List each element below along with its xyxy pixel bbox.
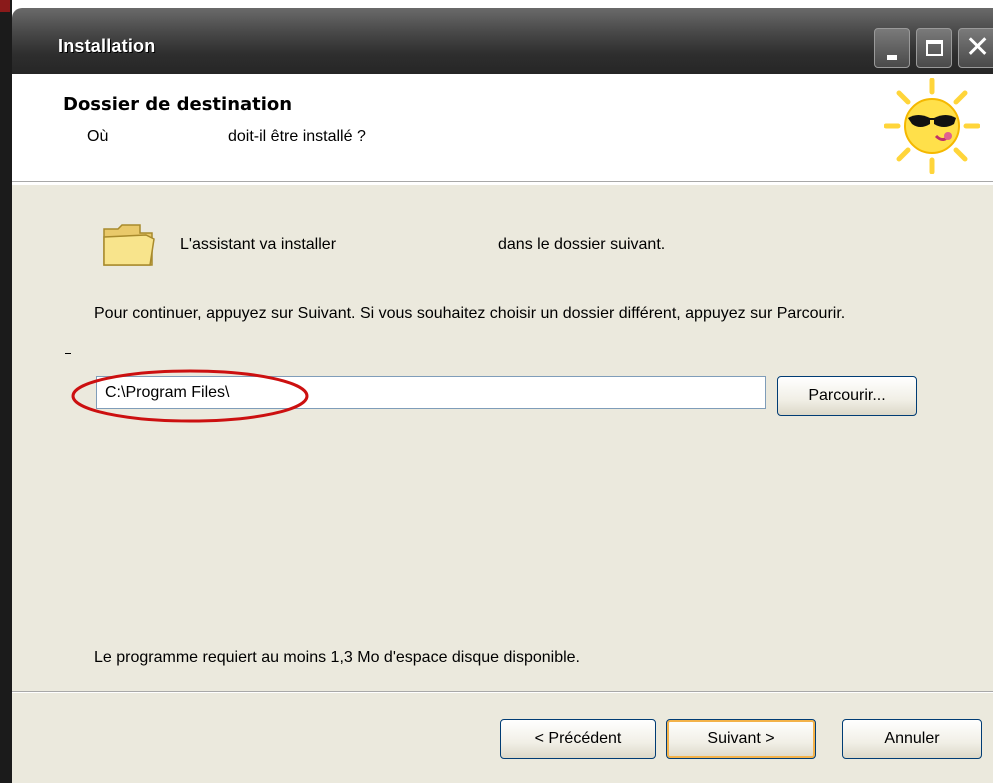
window-left-edge <box>0 0 12 783</box>
maximize-button[interactable] <box>916 28 952 68</box>
destination-path-input[interactable] <box>96 376 766 409</box>
wizard-header: Dossier de destination Où doit-il être i… <box>12 74 993 182</box>
page-subtitle-end: doit-il être installé ? <box>228 128 366 145</box>
stray-mark <box>65 353 71 354</box>
instructions-text: Pour continuer, appuyez sur Suivant. Si … <box>94 305 846 322</box>
browse-button[interactable]: Parcourir... <box>777 376 917 416</box>
previous-button[interactable]: < Précédent <box>500 719 656 759</box>
folder-icon <box>103 224 155 266</box>
intro-text-start: L'assistant va installer <box>180 236 337 253</box>
wizard-body: L'assistant va installer dans le dossier… <box>12 183 993 783</box>
installer-window: Installation ✕ Dossier de destination Où… <box>0 0 993 783</box>
maximize-icon <box>926 40 943 56</box>
disk-space-requirement: Le programme requiert au moins 1,3 Mo d'… <box>94 649 580 666</box>
next-button[interactable]: Suivant > <box>666 719 816 759</box>
minimize-button[interactable] <box>874 28 910 68</box>
window-title: Installation <box>58 36 156 56</box>
cancel-button[interactable]: Annuler <box>842 719 982 759</box>
intro-text-end: dans le dossier suivant. <box>498 236 666 253</box>
page-title: Dossier de destination <box>63 94 293 115</box>
minimize-icon <box>887 55 897 60</box>
close-icon: ✕ <box>965 30 991 65</box>
footer-divider <box>12 691 993 693</box>
close-button[interactable]: ✕ <box>958 28 993 68</box>
title-bar[interactable]: Installation ✕ <box>12 8 993 74</box>
window-corner-accent <box>0 0 10 12</box>
page-subtitle-start: Où <box>87 128 109 145</box>
sun-with-sunglasses-icon <box>884 78 980 174</box>
